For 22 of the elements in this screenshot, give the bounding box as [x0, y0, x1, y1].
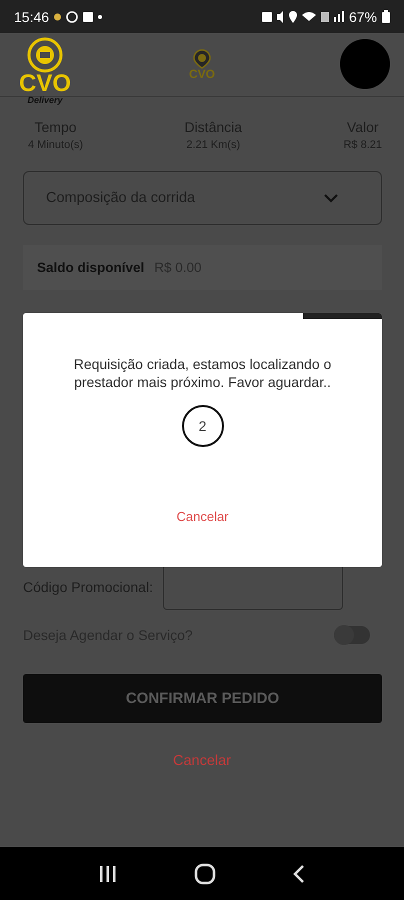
dialog-message: Requisição criada, estamos localizando o prestador mais próximo. Favor aguardar..: [72, 355, 332, 391]
logo-pin-icon: [192, 49, 211, 69]
logo-text: CVO: [18, 73, 71, 95]
confirm-order-button[interactable]: CONFIRMAR PEDIDO: [23, 674, 382, 723]
chat-icon: [66, 10, 78, 22]
dot-icon: [98, 14, 102, 18]
cancel-link[interactable]: Cancelar: [172, 753, 232, 769]
logo-text: CVO: [188, 69, 215, 80]
home-icon[interactable]: [194, 862, 216, 884]
location-icon: [288, 10, 297, 22]
clock: 15:46: [14, 8, 50, 24]
recent-apps-icon[interactable]: [98, 864, 118, 882]
battery-icon: [382, 10, 390, 23]
signal-icon: [334, 11, 344, 22]
back-icon[interactable]: [292, 864, 306, 884]
battery-percent: 67%: [348, 8, 377, 24]
mute-icon: [276, 10, 284, 22]
wifi-icon: [302, 12, 316, 21]
logo-subtext: Delivery: [27, 95, 63, 105]
balance-label: Saldo disponível: [37, 260, 144, 275]
countdown-circle: 2: [182, 405, 224, 447]
cancel-link[interactable]: Cancelar: [176, 509, 229, 524]
